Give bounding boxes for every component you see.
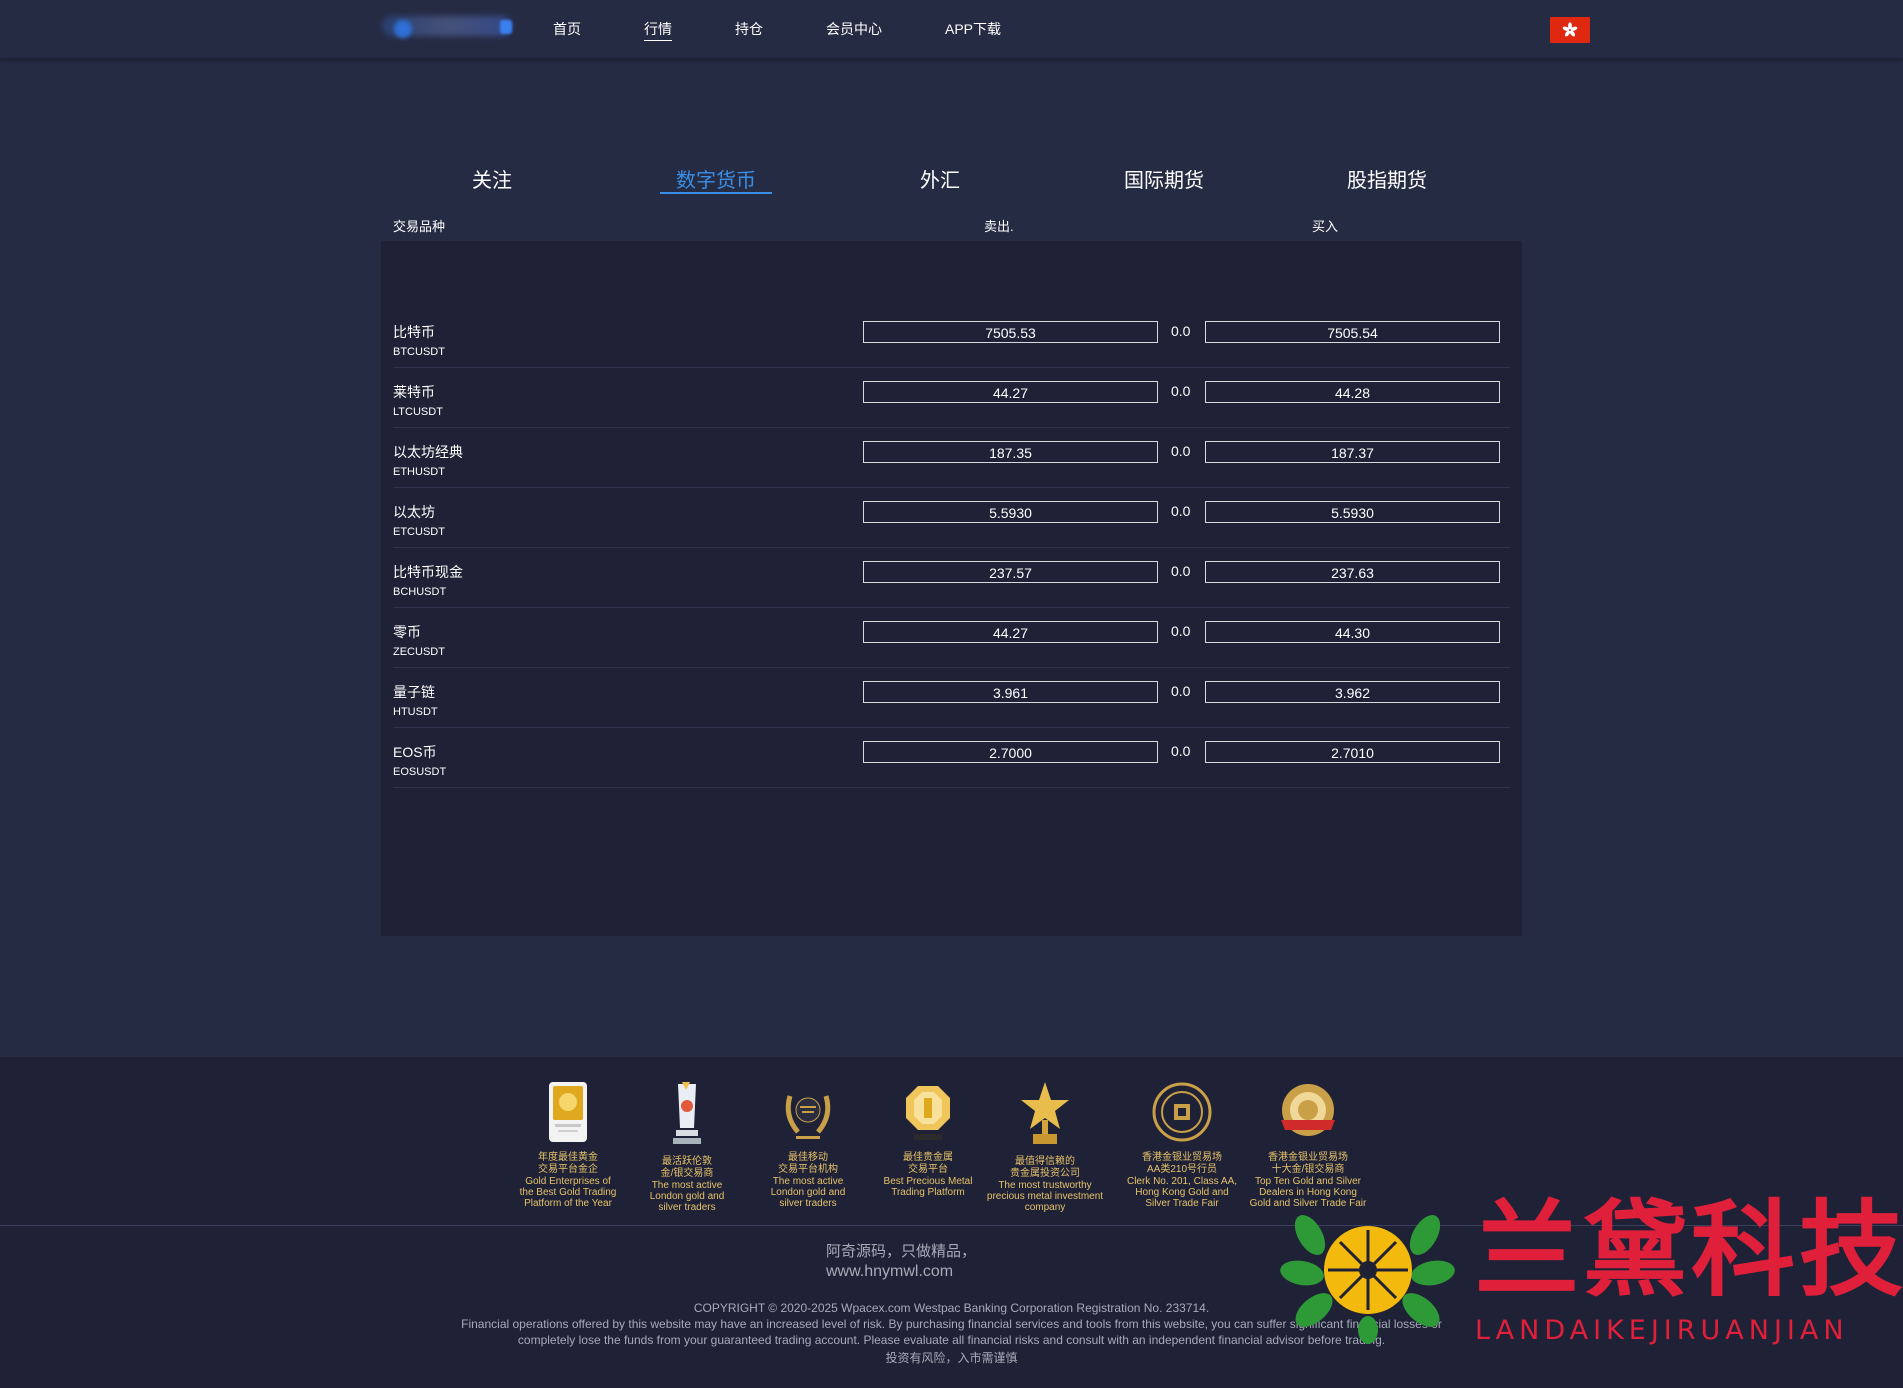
- buy-price[interactable]: 7505.54: [1205, 321, 1500, 343]
- instrument-code: BTCUSDT: [393, 346, 445, 358]
- price-change: 0.0: [1171, 323, 1191, 339]
- sell-price[interactable]: 7505.53: [863, 321, 1158, 343]
- price-change: 0.0: [1171, 383, 1191, 399]
- award-title-cn: 最值得信赖的 贵金属投资公司: [1010, 1156, 1080, 1179]
- active-tab-indicator: [660, 192, 772, 194]
- instrument-name: 量子链: [393, 684, 435, 700]
- price-change: 0.0: [1171, 563, 1191, 579]
- sell-price[interactable]: 5.5930: [863, 501, 1158, 523]
- instrument-name: 莱特币: [393, 384, 435, 400]
- table-row[interactable]: 莱特币 LTCUSDT 44.27 0.0 44.28: [393, 368, 1510, 428]
- instrument-name: EOS币: [393, 744, 437, 760]
- nav-item-market[interactable]: 行情: [644, 19, 672, 41]
- award-title-cn: 最佳贵金属 交易平台: [903, 1152, 953, 1175]
- sell-price[interactable]: 187.35: [863, 441, 1158, 463]
- award-title-cn: 香港金银业贸易场 十大金/银交易商: [1268, 1152, 1348, 1175]
- sell-price[interactable]: 44.27: [863, 381, 1158, 403]
- gold-plaque-icon: [549, 1082, 587, 1142]
- price-change: 0.0: [1171, 623, 1191, 639]
- award-title-en: The most trustworthy precious metal inve…: [986, 1180, 1104, 1213]
- tab-forex[interactable]: 外汇: [920, 164, 960, 193]
- site-logo[interactable]: [372, 8, 522, 42]
- award-title-en: Best Precious Metal Trading Platform: [883, 1176, 973, 1198]
- price-change: 0.0: [1171, 443, 1191, 459]
- quotes-table: 比特币 BTCUSDT 7505.53 0.0 7505.54 莱特币 LTCU…: [381, 241, 1522, 936]
- buy-price[interactable]: 44.28: [1205, 381, 1500, 403]
- award-item: 最佳贵金属 交易平台 Best Precious Metal Trading P…: [868, 1080, 988, 1198]
- footer-slogan: 阿奇源码，只做精品，: [826, 1243, 977, 1260]
- award-item: 香港金银业贸易场 AA类210号行员 Clerk No. 201, Class …: [1122, 1080, 1242, 1209]
- instrument-name: 比特币现金: [393, 564, 463, 580]
- price-change: 0.0: [1171, 743, 1191, 759]
- award-title-cn: 年度最佳黄金 交易平台金企: [538, 1152, 598, 1175]
- instrument-code: HTUSDT: [393, 706, 438, 718]
- price-change: 0.0: [1171, 683, 1191, 699]
- table-row[interactable]: 以太坊 ETCUSDT 5.5930 0.0 5.5930: [393, 488, 1510, 548]
- award-item: 香港金银业贸易场 十大金/银交易商 Top Ten Gold and Silve…: [1248, 1080, 1368, 1209]
- watermark-brand-cn: 兰黛科技: [1475, 1189, 1903, 1311]
- table-row[interactable]: 以太坊经典 ETHUSDT 187.35 0.0 187.37: [393, 428, 1510, 488]
- instrument-code: EOSUSDT: [393, 766, 447, 778]
- nav-item-member-center[interactable]: 会员中心: [826, 19, 882, 39]
- award-title-en: The most active London gold and silver t…: [649, 1180, 725, 1213]
- header-instrument: 交易品种: [393, 219, 446, 234]
- table-row[interactable]: 量子链 HTUSDT 3.961 0.0 3.962: [393, 668, 1510, 728]
- award-title-en: Clerk No. 201, Class AA, Hong Kong Gold …: [1126, 1176, 1238, 1209]
- tab-index-futures[interactable]: 股指期货: [1347, 164, 1427, 193]
- buy-price[interactable]: 5.5930: [1205, 501, 1500, 523]
- instrument-code: BCHUSDT: [393, 586, 447, 598]
- header-buy: 买入: [1312, 219, 1339, 234]
- nav-item-home[interactable]: 首页: [553, 19, 581, 39]
- award-item: 最佳移动 交易平台机构 The most active London gold …: [748, 1080, 868, 1209]
- table-row[interactable]: EOS币 EOSUSDT 2.7000 0.0 2.7010: [393, 728, 1510, 788]
- gold-octagon-icon: [906, 1086, 950, 1140]
- round-seal-icon: [1152, 1082, 1212, 1142]
- sell-price[interactable]: 3.961: [863, 681, 1158, 703]
- footer-site-link[interactable]: www.hnymwl.com: [826, 1263, 953, 1281]
- price-change: 0.0: [1171, 503, 1191, 519]
- award-title-cn: 最佳移动 交易平台机构: [778, 1152, 838, 1175]
- gold-star-trophy-icon: [1021, 1082, 1069, 1144]
- instrument-code: LTCUSDT: [393, 406, 443, 418]
- watermark-brand-en: LANDAIKEJIRUANJIAN: [1475, 1315, 1849, 1346]
- tab-watchlist[interactable]: 关注: [472, 164, 512, 193]
- award-item: 最活跃伦敦 金/银交易商 The most active London gold…: [627, 1080, 747, 1213]
- hong-kong-flag-icon[interactable]: [1550, 17, 1590, 43]
- award-title-cn: 最活跃伦敦 金/银交易商: [660, 1156, 714, 1179]
- watermark-flower-logo-icon: [1280, 1215, 1455, 1344]
- instrument-name: 比特币: [393, 324, 435, 340]
- sell-price[interactable]: 237.57: [863, 561, 1158, 583]
- crystal-trophy-icon: [673, 1082, 701, 1144]
- buy-price[interactable]: 237.63: [1205, 561, 1500, 583]
- laurel-wreath-icon: [785, 1095, 831, 1139]
- instrument-code: ETHUSDT: [393, 466, 445, 478]
- buy-price[interactable]: 187.37: [1205, 441, 1500, 463]
- instrument-name: 以太坊经典: [393, 444, 463, 460]
- buy-price[interactable]: 44.30: [1205, 621, 1500, 643]
- sell-price[interactable]: 2.7000: [863, 741, 1158, 763]
- header-sell: 卖出.: [984, 219, 1014, 234]
- award-title-cn: 香港金银业贸易场 AA类210号行员: [1142, 1152, 1222, 1175]
- nav-item-app-download[interactable]: APP下载: [945, 19, 1001, 39]
- instrument-code: ZECUSDT: [393, 646, 445, 658]
- award-title-en: The most active London gold and silver t…: [770, 1176, 846, 1209]
- buy-price[interactable]: 2.7010: [1205, 741, 1500, 763]
- table-row[interactable]: 零币 ZECUSDT 44.27 0.0 44.30: [393, 608, 1510, 668]
- footer-risk-warning: 投资有风险，入市需谨慎: [885, 1351, 1018, 1365]
- award-item: 年度最佳黄金 交易平台金企 Gold Enterprises of the Be…: [508, 1080, 628, 1209]
- instrument-name: 以太坊: [393, 504, 435, 520]
- red-ribbon-medal-icon: [1281, 1084, 1335, 1136]
- buy-price[interactable]: 3.962: [1205, 681, 1500, 703]
- nav-item-positions[interactable]: 持仓: [735, 19, 763, 39]
- table-row[interactable]: 比特币现金 BCHUSDT 237.57 0.0 237.63: [393, 548, 1510, 608]
- award-item: 最值得信赖的 贵金属投资公司 The most trustworthy prec…: [985, 1080, 1105, 1213]
- sell-price[interactable]: 44.27: [863, 621, 1158, 643]
- top-navbar: 首页 行情 持仓 会员中心 APP下载: [0, 0, 1903, 59]
- tab-crypto[interactable]: 数字货币: [676, 164, 756, 193]
- award-title-en: Gold Enterprises of the Best Gold Tradin…: [519, 1176, 617, 1209]
- instrument-code: ETCUSDT: [393, 526, 445, 538]
- tab-intl-futures[interactable]: 国际期货: [1124, 164, 1204, 193]
- instrument-name: 零币: [393, 624, 421, 640]
- table-row[interactable]: 比特币 BTCUSDT 7505.53 0.0 7505.54: [393, 308, 1510, 368]
